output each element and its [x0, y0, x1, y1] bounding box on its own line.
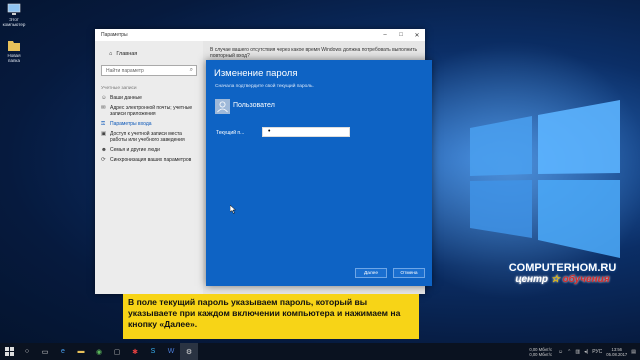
start-button[interactable]: [0, 343, 18, 360]
network-speed: 0,00 Мбит/с 0,00 Мбит/с: [529, 347, 552, 357]
sidebar-item-email[interactable]: ✉ Адрес электронной почты; учетные запис…: [95, 103, 203, 119]
search-icon: ⌕: [189, 67, 193, 73]
minimize-icon[interactable]: –: [377, 32, 393, 39]
brand-word-center: центр: [515, 274, 549, 285]
mail-icon: ✉: [101, 105, 106, 111]
people-tray-icon[interactable]: ☺: [558, 349, 563, 355]
desktop-icon-new-folder[interactable]: Новая папка: [2, 38, 26, 63]
briefcase-icon: ▣: [101, 131, 107, 137]
notifications-icon[interactable]: ▤: [631, 349, 636, 355]
mouse-cursor-icon: [230, 205, 236, 214]
chrome-icon[interactable]: ◉: [90, 343, 108, 360]
windows-logo-wallpaper: [470, 100, 620, 258]
net-up: 0,00 Мбит/с: [529, 346, 553, 352]
media-icon[interactable]: ▢: [108, 343, 126, 360]
user-icon: [217, 101, 228, 113]
maximize-icon[interactable]: □: [393, 32, 409, 39]
brand-logo: COMPUTERHOM.RU центр ☆ обучения: [495, 262, 630, 285]
password-label: Текущий п...: [216, 130, 245, 136]
sidebar-item-label: Доступ к учетной записи места работы или…: [110, 131, 185, 143]
sidebar-item-sync[interactable]: ⟳ Синхронизация ваших параметров: [95, 155, 203, 165]
edge-browser-icon[interactable]: e: [54, 343, 72, 360]
settings-titlebar: Параметры – □ ✕: [95, 29, 425, 41]
sync-icon: ⟳: [101, 157, 106, 163]
language-indicator[interactable]: РУС: [592, 349, 602, 355]
net-down: 0,00 Мбит/с: [529, 351, 553, 357]
next-button[interactable]: Далее: [355, 268, 387, 278]
settings-taskbar-icon[interactable]: ⚙: [180, 343, 198, 360]
file-explorer-icon[interactable]: ▬: [72, 343, 90, 360]
close-icon[interactable]: ✕: [409, 32, 425, 39]
chevron-up-icon[interactable]: ⌃: [567, 349, 571, 355]
person-icon: ☺: [101, 95, 107, 101]
sidebar-item-label: Семья и другие люди: [110, 147, 160, 153]
settings-sidebar: ⌂ Главная Найти параметр ⌕ Учетные записи…: [95, 41, 203, 294]
dialog-subtitle: Сначала подтвердите свой текущий пароль.: [215, 84, 314, 89]
volume-icon[interactable]: ◂): [584, 349, 588, 355]
window-title: Параметры: [101, 32, 128, 38]
current-password-input[interactable]: •: [262, 127, 350, 137]
skype-icon[interactable]: S: [144, 343, 162, 360]
sidebar-group-heading: Учетные записи: [101, 86, 137, 91]
star-icon: ☆: [550, 274, 560, 285]
sidebar-item-label: Параметры входа: [110, 121, 152, 127]
change-password-dialog: Изменение пароля Сначала подтвердите сво…: [206, 60, 432, 286]
sidebar-item-label: Ваши данные: [110, 95, 142, 101]
taskbar: ○ ▭ e ▬ ◉ ▢ ✱ S W ⚙ 0,00 Мбит/с 0,00 Мби…: [0, 343, 640, 360]
sidebar-item-label: Синхронизация ваших параметров: [110, 157, 192, 163]
brand-line2: центр ☆ обучения: [495, 274, 630, 285]
settings-main-text: В случае вашего отсутствия через какое в…: [210, 47, 418, 59]
avatar: [215, 99, 230, 114]
sidebar-item-work-access[interactable]: ▣ Доступ к учетной записи места работы и…: [95, 129, 203, 145]
sidebar-item-your-info[interactable]: ☺ Ваши данные: [95, 93, 203, 103]
word-icon[interactable]: W: [162, 343, 180, 360]
system-tray: 0,00 Мбит/с 0,00 Мбит/с ☺ ⌃ ▥ ◂) РУС 13:…: [529, 343, 640, 360]
home-icon: ⌂: [109, 51, 113, 57]
taskbar-search-icon[interactable]: ○: [18, 348, 36, 355]
cancel-button[interactable]: Отмена: [393, 268, 425, 278]
brand-line1: COMPUTERHOM.RU: [508, 262, 617, 274]
key-icon: ⚿: [101, 121, 106, 127]
clock[interactable]: 13:56 05.08.2017: [606, 347, 627, 357]
user-name: Пользовател: [233, 102, 275, 109]
task-view-icon[interactable]: ▭: [36, 343, 54, 360]
desktop-icon-label: Новая папка: [7, 53, 21, 63]
tutorial-caption: В поле текущий пароль указываем пароль, …: [123, 294, 419, 339]
desktop-icon-this-pc[interactable]: Этот компьютер: [2, 2, 26, 27]
sidebar-home-label: Главная: [116, 51, 138, 57]
network-icon[interactable]: ▥: [575, 349, 580, 355]
brand-word-learning: обучения: [562, 274, 610, 285]
sidebar-item-label: Адрес электронной почты; учетные записи …: [110, 105, 193, 117]
search-input[interactable]: Найти параметр ⌕: [101, 65, 197, 76]
clock-date: 05.08.2017: [606, 351, 628, 357]
sidebar-item-sign-in-options[interactable]: ⚿ Параметры входа: [95, 119, 203, 129]
people-icon: ☻: [101, 147, 107, 153]
sidebar-item-family[interactable]: ☻ Семья и другие люди: [95, 145, 203, 155]
app-icon[interactable]: ✱: [126, 343, 144, 360]
computer-icon: [7, 2, 21, 16]
sidebar-home[interactable]: ⌂ Главная: [95, 41, 203, 61]
desktop-icon-label: Этот компьютер: [2, 17, 26, 27]
folder-icon: [7, 38, 21, 52]
windows-start-icon: [4, 347, 14, 356]
search-placeholder: Найти параметр: [106, 68, 144, 74]
dialog-title: Изменение пароля: [214, 68, 298, 79]
